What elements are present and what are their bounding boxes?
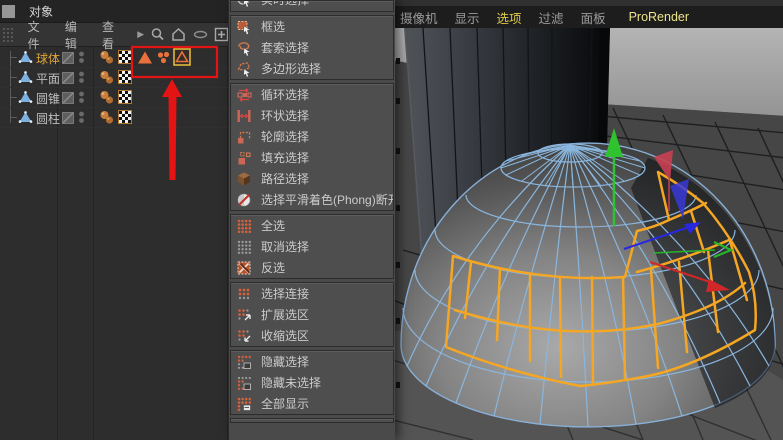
- rectangle-selection-icon: [236, 19, 252, 35]
- menu-group: 隐藏选择 隐藏未选择 全部显示: [230, 350, 394, 415]
- menu-group: 实时选择: [230, 0, 394, 12]
- select-connected-icon: [236, 286, 252, 302]
- hide-selected-icon: [236, 354, 252, 370]
- cinema4d-window: 对象 文件 编辑 查看 ▶ 球体 平面 圆锥 圆柱 摄像机 显示 选项 过滤 面…: [0, 0, 783, 440]
- menu-item-rectangle-selection[interactable]: 框选: [231, 16, 393, 37]
- fill-selection-icon: [236, 150, 252, 166]
- menu-item-live-selection[interactable]: 实时选择: [231, 1, 393, 10]
- show-all-icon: [236, 396, 252, 412]
- hierarchy-stub: [10, 57, 17, 58]
- outline-selection-icon: [236, 129, 252, 145]
- menu-item-polygon-selection[interactable]: 多边形选择: [231, 58, 393, 79]
- deselect-all-icon: [236, 239, 252, 255]
- menu-item-select-all[interactable]: 全选: [231, 215, 393, 236]
- path-selection-icon: [236, 171, 252, 187]
- menu-item-grow-selection[interactable]: 扩展选区: [231, 304, 393, 325]
- viewport-menu-filter[interactable]: 过滤: [539, 8, 564, 27]
- object-row-cylinder[interactable]: 圆柱: [0, 107, 230, 128]
- ring-selection-icon: [236, 108, 252, 124]
- drag-grip-icon[interactable]: [1, 26, 14, 43]
- viewport-canvas[interactable]: [393, 28, 783, 440]
- viewport-menu-panel[interactable]: 面板: [581, 8, 606, 27]
- visibility-dots[interactable]: [78, 111, 85, 129]
- menu-group: 选择连接 扩展选区 收缩选区: [230, 282, 394, 347]
- object-row-sphere[interactable]: 球体: [0, 47, 230, 68]
- polygon-object-icon[interactable]: [18, 110, 33, 129]
- invert-selection-icon: [236, 260, 252, 276]
- menu-item-path-selection[interactable]: 路径选择: [231, 168, 393, 189]
- eye-icon[interactable]: [192, 26, 208, 43]
- object-name[interactable]: 球体: [36, 50, 60, 67]
- menu-item-loop-selection[interactable]: 循环选择: [231, 84, 393, 105]
- clipped-menu-icon: [236, 422, 252, 423]
- hierarchy-stub: [10, 117, 17, 118]
- menu-item-deselect-all[interactable]: 取消选择: [231, 236, 393, 257]
- viewport-menu-prorender[interactable]: ProRender: [629, 10, 689, 24]
- viewport-menubar: 摄像机 显示 选项 过滤 面板 ProRender: [393, 0, 783, 28]
- menu-group: 全选 取消选择 反选: [230, 214, 394, 279]
- phong-tag-icon[interactable]: [99, 110, 115, 130]
- menu-group: 循环选择 环状选择 轮廓选择 填充选择 路径选择 选择平滑着色(Phong)断开: [230, 83, 394, 211]
- selection-context-menu: 实时选择 框选 套索选择 多边形选择 循环选择 环状选择 轮廓选择 填充选择 路…: [228, 0, 395, 440]
- select-all-icon: [236, 218, 252, 234]
- menu-item-hide-unselected[interactable]: 隐藏未选择: [231, 372, 393, 393]
- flyout-arrow-icon[interactable]: ▶: [137, 29, 144, 40]
- texture-tag-icon[interactable]: [118, 110, 132, 129]
- menu-item-outline-selection[interactable]: 轮廓选择: [231, 126, 393, 147]
- menu-item-clipped[interactable]: [231, 419, 393, 423]
- object-name[interactable]: 圆锥: [36, 90, 60, 107]
- panel-window-icon: [2, 4, 15, 18]
- object-row-cone[interactable]: 圆锥: [0, 87, 230, 108]
- loop-selection-icon: [236, 87, 252, 103]
- menu-item-lasso-selection[interactable]: 套索选择: [231, 37, 393, 58]
- menu-item-select-connected[interactable]: 选择连接: [231, 283, 393, 304]
- menu-item-fill-selection[interactable]: 填充选择: [231, 147, 393, 168]
- layer-toggle-icon[interactable]: [62, 111, 74, 129]
- hierarchy-stub: [10, 77, 17, 78]
- object-list: 球体 平面 圆锥 圆柱: [0, 47, 230, 440]
- search-icon[interactable]: [149, 26, 165, 43]
- object-name[interactable]: 圆柱: [36, 110, 60, 127]
- object-name[interactable]: 平面: [36, 70, 60, 87]
- menu-item-hide-selected[interactable]: 隐藏选择: [231, 351, 393, 372]
- object-manager-menubar: 文件 编辑 查看 ▶: [0, 20, 230, 51]
- hide-unselected-icon: [236, 375, 252, 391]
- live-selection-icon: [236, 1, 252, 8]
- menu-item-show-all[interactable]: 全部显示: [231, 393, 393, 414]
- home-icon[interactable]: [171, 26, 187, 43]
- viewport-panel: 摄像机 显示 选项 过滤 面板 ProRender: [393, 0, 783, 440]
- menu-item-shrink-selection[interactable]: 收缩选区: [231, 325, 393, 346]
- menu-item-invert-selection[interactable]: 反选: [231, 257, 393, 278]
- shrink-selection-icon: [236, 328, 252, 344]
- menu-item-ring-selection[interactable]: 环状选择: [231, 105, 393, 126]
- grow-selection-icon: [236, 307, 252, 323]
- viewport-menu-display[interactable]: 显示: [455, 8, 480, 27]
- menu-group: 框选 套索选择 多边形选择: [230, 15, 394, 80]
- menu-group-clipped: [230, 418, 394, 423]
- object-manager-panel: 对象 文件 编辑 查看 ▶ 球体 平面 圆锥 圆柱: [0, 0, 230, 440]
- object-row-plane[interactable]: 平面: [0, 67, 230, 88]
- lasso-selection-icon: [236, 40, 252, 56]
- hierarchy-stub: [10, 97, 17, 98]
- polygon-selection-icon: [236, 61, 252, 77]
- phong-break-icon: [236, 192, 252, 208]
- viewport-menu-options[interactable]: 选项: [497, 8, 522, 27]
- menu-item-phong-break-selection[interactable]: 选择平滑着色(Phong)断开: [231, 189, 393, 210]
- viewport-menu-camera[interactable]: 摄像机: [400, 8, 438, 27]
